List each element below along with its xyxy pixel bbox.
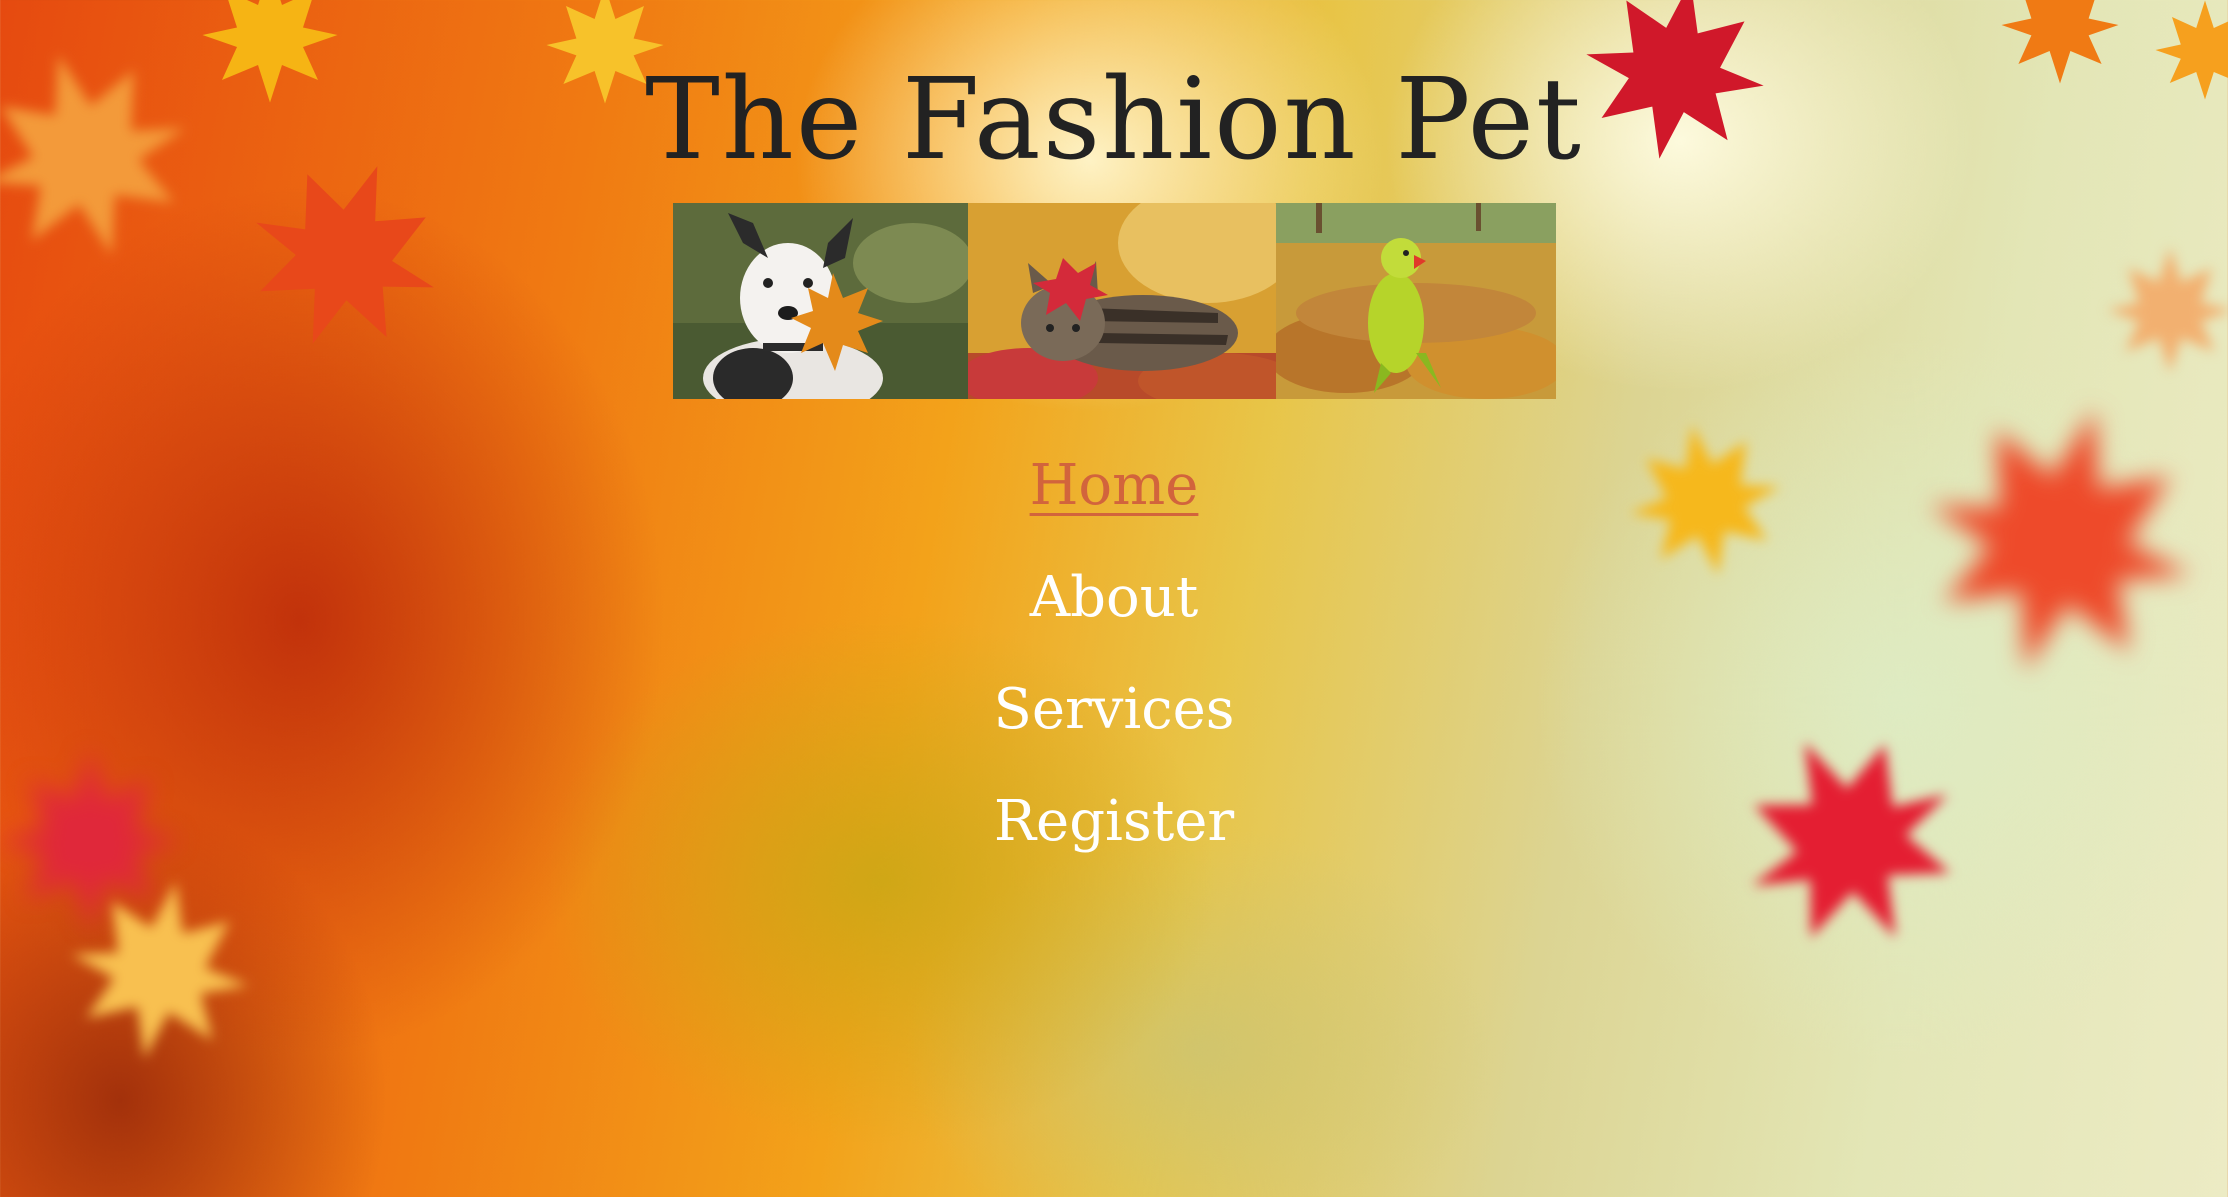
- nav-link-register[interactable]: Register: [914, 766, 1314, 878]
- main-nav: Home About Services Register: [0, 430, 2228, 878]
- nav-link-home[interactable]: Home: [914, 430, 1314, 542]
- nav-link-services[interactable]: Services: [914, 654, 1314, 766]
- parrot-in-leaves-photo: [1276, 203, 1556, 399]
- pet-photo-banner: [673, 203, 1556, 399]
- dog-with-leaf-photo: [673, 203, 968, 399]
- nav-link-about[interactable]: About: [914, 542, 1314, 654]
- maple-leaf-decoration: [2107, 247, 2228, 373]
- site-header: The Fashion Pet: [0, 52, 2228, 188]
- cat-in-leaves-photo: [968, 203, 1276, 399]
- maple-leaf-decoration: [71, 881, 249, 1059]
- page: { "site": { "title": "The Fashion Pet" }…: [0, 0, 2228, 1197]
- site-title: The Fashion Pet: [645, 55, 1583, 185]
